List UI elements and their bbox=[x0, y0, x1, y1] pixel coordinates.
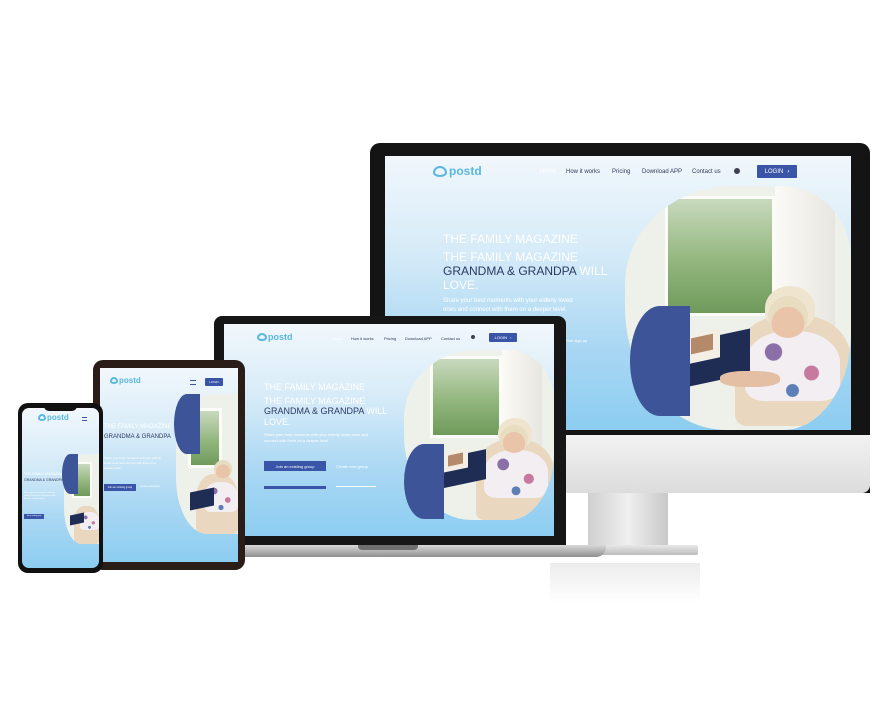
join-group-button[interactable]: Join an existing group bbox=[104, 484, 136, 491]
nav-contact-us[interactable]: Contact us bbox=[441, 336, 460, 341]
hero-title-line4: LOVE. bbox=[443, 278, 479, 292]
login-button[interactable]: LOGIN bbox=[205, 378, 223, 386]
heart-logo-icon bbox=[38, 414, 46, 421]
hero-title-line3: GRANDMA & GRANDPA bbox=[104, 434, 171, 440]
hero-title-line4: LOVE. bbox=[264, 417, 291, 427]
heart-logo-icon bbox=[257, 333, 267, 341]
hero-title-dark: GRANDMA & GRANDPA bbox=[443, 264, 577, 278]
join-group-button[interactable]: Join an existing group bbox=[264, 461, 326, 471]
hero-title-line1: THE FAMILY MAGAZINE bbox=[443, 232, 578, 246]
hero-blob-shape bbox=[630, 306, 690, 416]
desktop-nav: postd Home How it works Pricing Download… bbox=[385, 156, 851, 186]
phone-screen: postd THE FAMILY MAGAZINE GRANDMA & GRAN… bbox=[22, 408, 99, 568]
photo-woman-body bbox=[484, 450, 548, 498]
logo-text: postd bbox=[268, 332, 293, 342]
laptop-notch bbox=[358, 545, 418, 550]
hero-title-line1: THE FAMILY MAGAZINE bbox=[264, 382, 366, 392]
nav-contact-us[interactable]: Contact us bbox=[692, 169, 721, 175]
hamburger-menu-icon[interactable] bbox=[82, 417, 87, 421]
photo-arm bbox=[720, 371, 780, 387]
hamburger-menu-icon[interactable] bbox=[190, 380, 196, 385]
hero-paragraph: Share your best moments with your elderl… bbox=[104, 456, 161, 470]
phone-hero-line1: THE FAMILY MAGAZINE bbox=[24, 472, 64, 476]
free-signup-link[interactable]: Free sign up bbox=[565, 338, 587, 343]
login-button[interactable]: LOGIN › bbox=[489, 333, 517, 342]
tablet-logo[interactable]: postd bbox=[110, 376, 141, 385]
logo-text: postd bbox=[449, 164, 482, 178]
hero-title-dark: GRANDMA & GRANDPA bbox=[104, 434, 171, 440]
phone-notch bbox=[44, 405, 77, 411]
nav-pricing[interactable]: Pricing bbox=[612, 169, 630, 175]
photo-window bbox=[665, 196, 775, 316]
phone-logo[interactable]: postd bbox=[38, 413, 69, 422]
hero-underline-bar-light bbox=[336, 486, 376, 487]
nav-home[interactable]: Home bbox=[540, 169, 556, 175]
arrow-right-icon: › bbox=[510, 335, 512, 340]
hero-title-line2: THE FAMILY MAGAZINE bbox=[443, 250, 578, 264]
nav-home[interactable]: Home bbox=[332, 336, 343, 341]
arrow-right-icon: › bbox=[787, 168, 790, 175]
photo-woman-face bbox=[768, 296, 808, 338]
hero-title-line2: THE FAMILY MAGAZINE bbox=[264, 396, 366, 406]
logo-text: postd bbox=[119, 376, 141, 385]
laptop-logo[interactable]: postd bbox=[257, 332, 293, 342]
hero-paragraph: Share your best moments with your elderl… bbox=[24, 492, 56, 500]
login-button[interactable]: LOGIN › bbox=[757, 165, 797, 178]
nav-pricing[interactable]: Pricing bbox=[384, 336, 396, 341]
heart-logo-icon bbox=[433, 165, 447, 177]
hero-paragraph: Share your best moments with your elderl… bbox=[264, 432, 369, 443]
hero-paragraph: Share your best moments with your elderl… bbox=[443, 298, 573, 313]
monitor-reflection bbox=[550, 563, 700, 603]
hero-blob-shape bbox=[174, 394, 200, 454]
login-label: LOGIN bbox=[209, 380, 219, 384]
language-icon[interactable] bbox=[471, 335, 475, 339]
logo[interactable]: postd bbox=[433, 164, 482, 178]
hero-blob-shape bbox=[404, 444, 444, 519]
hero-title-line3: GRANDMA & GRANDPA WILL bbox=[443, 264, 607, 278]
hero-blob-shape bbox=[62, 454, 78, 494]
hero-title-line1: THE FAMILY MAGAZINE bbox=[104, 424, 172, 430]
photo-woman-body bbox=[745, 331, 840, 401]
photo-window bbox=[430, 356, 502, 438]
device-mockup-showcase: postd Home How it works Pricing Download… bbox=[0, 0, 890, 712]
nav-how-it-works[interactable]: How it works bbox=[351, 336, 374, 341]
create-group-link[interactable]: Create new group bbox=[140, 485, 160, 488]
photo-woman-face bbox=[214, 460, 232, 478]
logo-text: postd bbox=[47, 413, 69, 422]
hero-underline-bar bbox=[264, 486, 326, 489]
tablet-screen: postd LOGIN THE FAMILY MAGAZINE GRANDMA … bbox=[100, 368, 238, 562]
heart-logo-icon bbox=[110, 377, 118, 384]
hero-title-light: WILL bbox=[363, 406, 388, 416]
login-label: LOGIN bbox=[494, 335, 508, 340]
nav-download-app[interactable]: Download APP bbox=[642, 169, 682, 175]
nav-how-it-works[interactable]: How it works bbox=[566, 169, 600, 175]
photo-woman-face bbox=[500, 425, 528, 453]
hero-title-dark: GRANDMA & GRANDPA bbox=[264, 406, 364, 416]
hero-title-light: WILL bbox=[576, 264, 608, 278]
create-group-link[interactable]: Create new group bbox=[336, 464, 368, 469]
laptop-screen: postd Home How it works Pricing Download… bbox=[224, 324, 554, 536]
hero-title-line3: GRANDMA & GRANDPA WILL bbox=[264, 406, 387, 416]
join-group-button[interactable]: Join an existing group bbox=[24, 514, 44, 519]
login-label: LOGIN bbox=[764, 168, 784, 175]
nav-download-app[interactable]: Download APP bbox=[405, 336, 432, 341]
language-icon[interactable] bbox=[734, 168, 740, 174]
